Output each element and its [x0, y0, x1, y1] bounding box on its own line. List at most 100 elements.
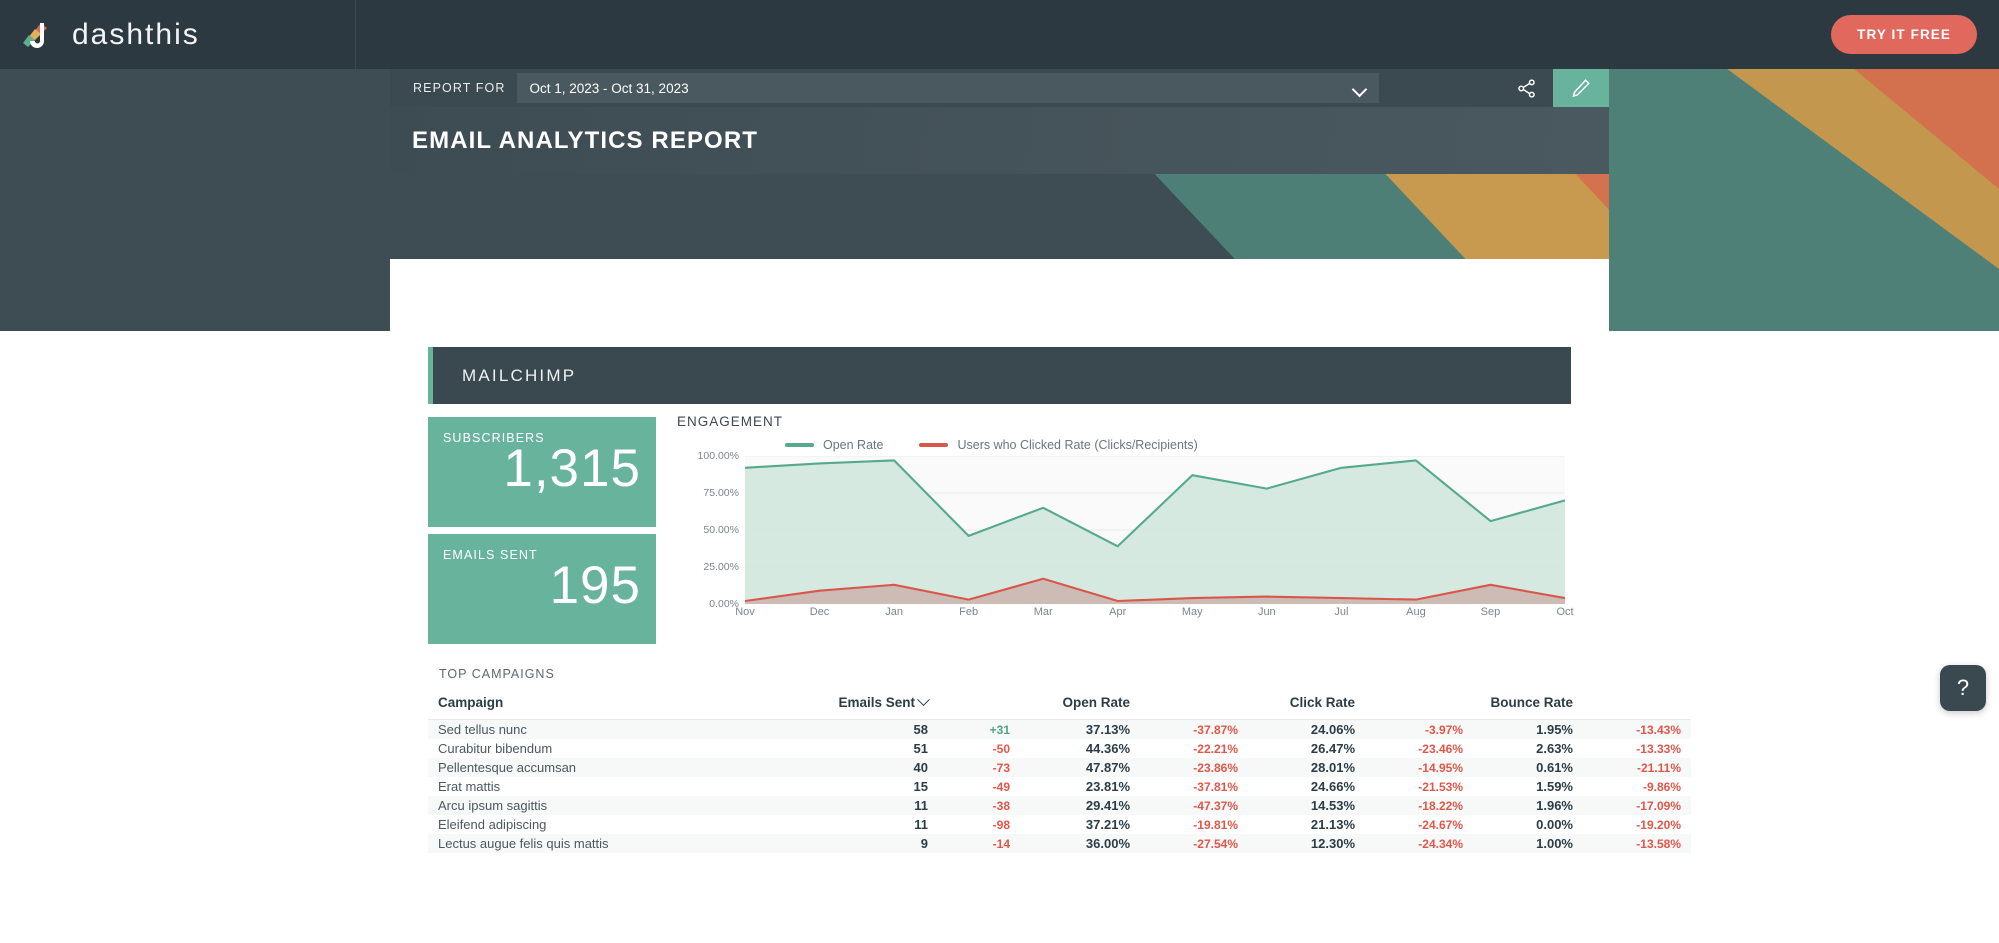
top-navigation-bar: dashthis TRY IT FREE — [0, 0, 1999, 69]
chart-svg — [744, 455, 1566, 605]
cell-open-rate-delta: -37.87% — [1193, 722, 1238, 737]
chart-plot: 0.00% 25.00% 50.00% 75.00% 100.00% Nov Dec Jan… — [675, 450, 1574, 626]
cell-emails-sent-delta: -38 — [992, 798, 1010, 813]
cell-emails-sent: 11 — [914, 817, 928, 832]
try-it-free-button[interactable]: TRY IT FREE — [1831, 15, 1977, 54]
engagement-chart-widget[interactable]: ENGAGEMENT Open Rate Users who Clicked R… — [675, 414, 1574, 644]
open-rate-delta-spacer — [1140, 691, 1248, 720]
cell-click-rate-delta: -24.34% — [1418, 836, 1463, 851]
report-content-card: MAILCHIMP SUBSCRIBERS 1,315 EMAILS SENT … — [390, 259, 1691, 943]
legend-item-clicked-rate[interactable]: Users who Clicked Rate (Clicks/Recipient… — [919, 438, 1198, 452]
nav-divider — [355, 0, 356, 69]
report-title-banner: EMAIL ANALYTICS REPORT — [390, 107, 1609, 174]
column-header-click-rate[interactable]: Click Rate — [1248, 691, 1365, 720]
legend-swatch — [919, 443, 949, 447]
column-header-campaign[interactable]: Campaign — [428, 691, 803, 720]
table-row[interactable]: Sed tellus nunc 58 +31 37.13% -37.87% 24.06% -… — [428, 719, 1691, 739]
cell-bounce-rate: 1.00% — [1536, 836, 1573, 851]
cell-open-rate: 44.36% — [1085, 741, 1130, 756]
table-row[interactable]: Eleifend adipiscing 11 -98 37.21% -19.81% 21.… — [428, 815, 1691, 834]
cell-click-rate-delta: -14.95% — [1418, 760, 1463, 775]
page-title: EMAIL ANALYTICS REPORT — [412, 126, 759, 154]
column-header-emails-sent[interactable]: Emails Sent — [803, 691, 938, 720]
campaigns-table: Campaign Emails Sent Open Rate Click Rat… — [428, 691, 1691, 853]
y-axis-tick-label: 50.00% — [703, 524, 739, 536]
cell-campaign: Pellentesque accumsan — [438, 760, 577, 775]
cell-emails-sent-delta: -73 — [992, 760, 1010, 775]
share-icon — [1517, 78, 1535, 98]
cell-click-rate: 28.01% — [1310, 760, 1355, 775]
column-header-label: Emails Sent — [838, 695, 915, 710]
cell-open-rate-delta: -37.81% — [1193, 779, 1238, 794]
dashthis-logo-icon — [14, 15, 54, 55]
table-row[interactable]: Arcu ipsum sagittis 11 -38 29.41% -47.37% 14.… — [428, 796, 1691, 815]
cell-open-rate: 36.00% — [1085, 836, 1130, 851]
cell-campaign: Arcu ipsum sagittis — [438, 798, 548, 813]
cell-click-rate-delta: -3.97% — [1424, 722, 1463, 737]
report-toolbar-actions — [1499, 69, 1609, 107]
section-header-mailchimp: MAILCHIMP — [428, 347, 1571, 404]
table-row[interactable]: Lectus augue felis quis mattis 9 -14 36.00%… — [428, 834, 1691, 853]
cell-campaign: Lectus augue felis quis mattis — [438, 836, 609, 851]
date-range-selector[interactable]: Oct 1, 2023 - Oct 31, 2023 — [516, 73, 1379, 103]
brand-home-link[interactable]: dashthis — [0, 0, 355, 69]
edit-report-button[interactable] — [1553, 69, 1609, 107]
cell-campaign: Curabitur bibendum — [438, 741, 553, 756]
help-button[interactable]: ? — [1940, 665, 1986, 711]
click-rate-delta-spacer — [1365, 691, 1473, 720]
cell-click-rate: 12.30% — [1310, 836, 1355, 851]
column-header-bounce-rate[interactable]: Bounce Rate — [1473, 691, 1583, 720]
pencil-icon — [1572, 79, 1590, 98]
share-button[interactable] — [1499, 69, 1553, 107]
cell-bounce-rate-delta: -19.20% — [1636, 817, 1681, 832]
report-toolbar: REPORT FOR Oct 1, 2023 - Oct 31, 2023 — [390, 69, 1609, 107]
chart-plot-area — [744, 455, 1566, 605]
top-campaigns-widget: TOP CAMPAIGNS Campaign Emails Sent Open … — [428, 657, 1691, 853]
table-row[interactable]: Curabitur bibendum 51 -50 44.36% -22.21% 26.4… — [428, 739, 1691, 758]
report-container: REPORT FOR Oct 1, 2023 - Oct 31, 2023 EM… — [390, 69, 1691, 943]
x-axis-tick-label: Dec — [809, 606, 830, 618]
brand-name: dashthis — [72, 17, 200, 51]
kpi-value: 1,315 — [503, 439, 641, 498]
chart-x-axis: Nov Dec Jan Feb Mar Apr May Jun Jul Aug Sep Oct — [735, 606, 1573, 626]
cell-open-rate-delta: -27.54% — [1193, 836, 1238, 851]
x-axis-tick-label: Feb — [959, 606, 979, 618]
cell-bounce-rate: 1.59% — [1536, 779, 1573, 794]
cell-click-rate: 26.47% — [1310, 741, 1355, 756]
cell-open-rate-delta: -19.81% — [1193, 817, 1238, 832]
legend-label: Users who Clicked Rate (Clicks/Recipient… — [957, 438, 1198, 452]
kpi-card-subscribers[interactable]: SUBSCRIBERS 1,315 — [428, 417, 656, 527]
cell-campaign: Eleifend adipiscing — [438, 817, 547, 832]
x-axis-tick-label: Nov — [735, 606, 755, 618]
cell-emails-sent: 58 — [913, 722, 928, 737]
cell-bounce-rate: 0.00% — [1536, 817, 1573, 832]
cell-bounce-rate: 1.96% — [1536, 798, 1573, 813]
cell-emails-sent: 11 — [914, 798, 928, 813]
chart-y-axis: 0.00% 25.00% 50.00% 75.00% 100.00% — [675, 450, 743, 610]
legend-item-open-rate[interactable]: Open Rate — [785, 438, 883, 452]
x-axis-tick-label: Apr — [1109, 606, 1127, 618]
cell-open-rate-delta: -47.37% — [1193, 798, 1238, 813]
table-row[interactable]: Erat mattis 15 -49 23.81% -37.81% 24.66% -21.5… — [428, 777, 1691, 796]
legend-label: Open Rate — [823, 438, 884, 452]
y-axis-tick-label: 25.00% — [703, 561, 739, 573]
x-axis-tick-label: Jul — [1334, 606, 1349, 618]
kpi-card-emails-sent[interactable]: EMAILS SENT 195 — [428, 534, 656, 644]
cell-click-rate-delta: -21.53% — [1418, 779, 1463, 794]
x-axis-tick-label: Mar — [1033, 606, 1053, 618]
cell-open-rate: 23.81% — [1085, 779, 1130, 794]
cell-bounce-rate-delta: -17.09% — [1636, 798, 1681, 813]
bounce-rate-delta-spacer — [1583, 691, 1691, 720]
column-header-open-rate[interactable]: Open Rate — [1020, 691, 1140, 720]
cell-click-rate: 21.13% — [1310, 817, 1355, 832]
cell-bounce-rate: 2.63% — [1536, 741, 1573, 756]
table-row[interactable]: Pellentesque accumsan 40 -73 47.87% -23.86% 2… — [428, 758, 1691, 777]
cell-bounce-rate-delta: -13.58% — [1636, 836, 1681, 851]
cell-open-rate: 37.13% — [1085, 722, 1130, 737]
section-title: MAILCHIMP — [462, 365, 577, 385]
x-axis-tick-label: Aug — [1406, 606, 1426, 618]
y-axis-tick-label: 75.00% — [703, 487, 739, 499]
cell-campaign: Erat mattis — [438, 779, 501, 794]
cell-open-rate: 47.87% — [1085, 760, 1130, 775]
cell-open-rate: 29.41% — [1085, 798, 1130, 813]
